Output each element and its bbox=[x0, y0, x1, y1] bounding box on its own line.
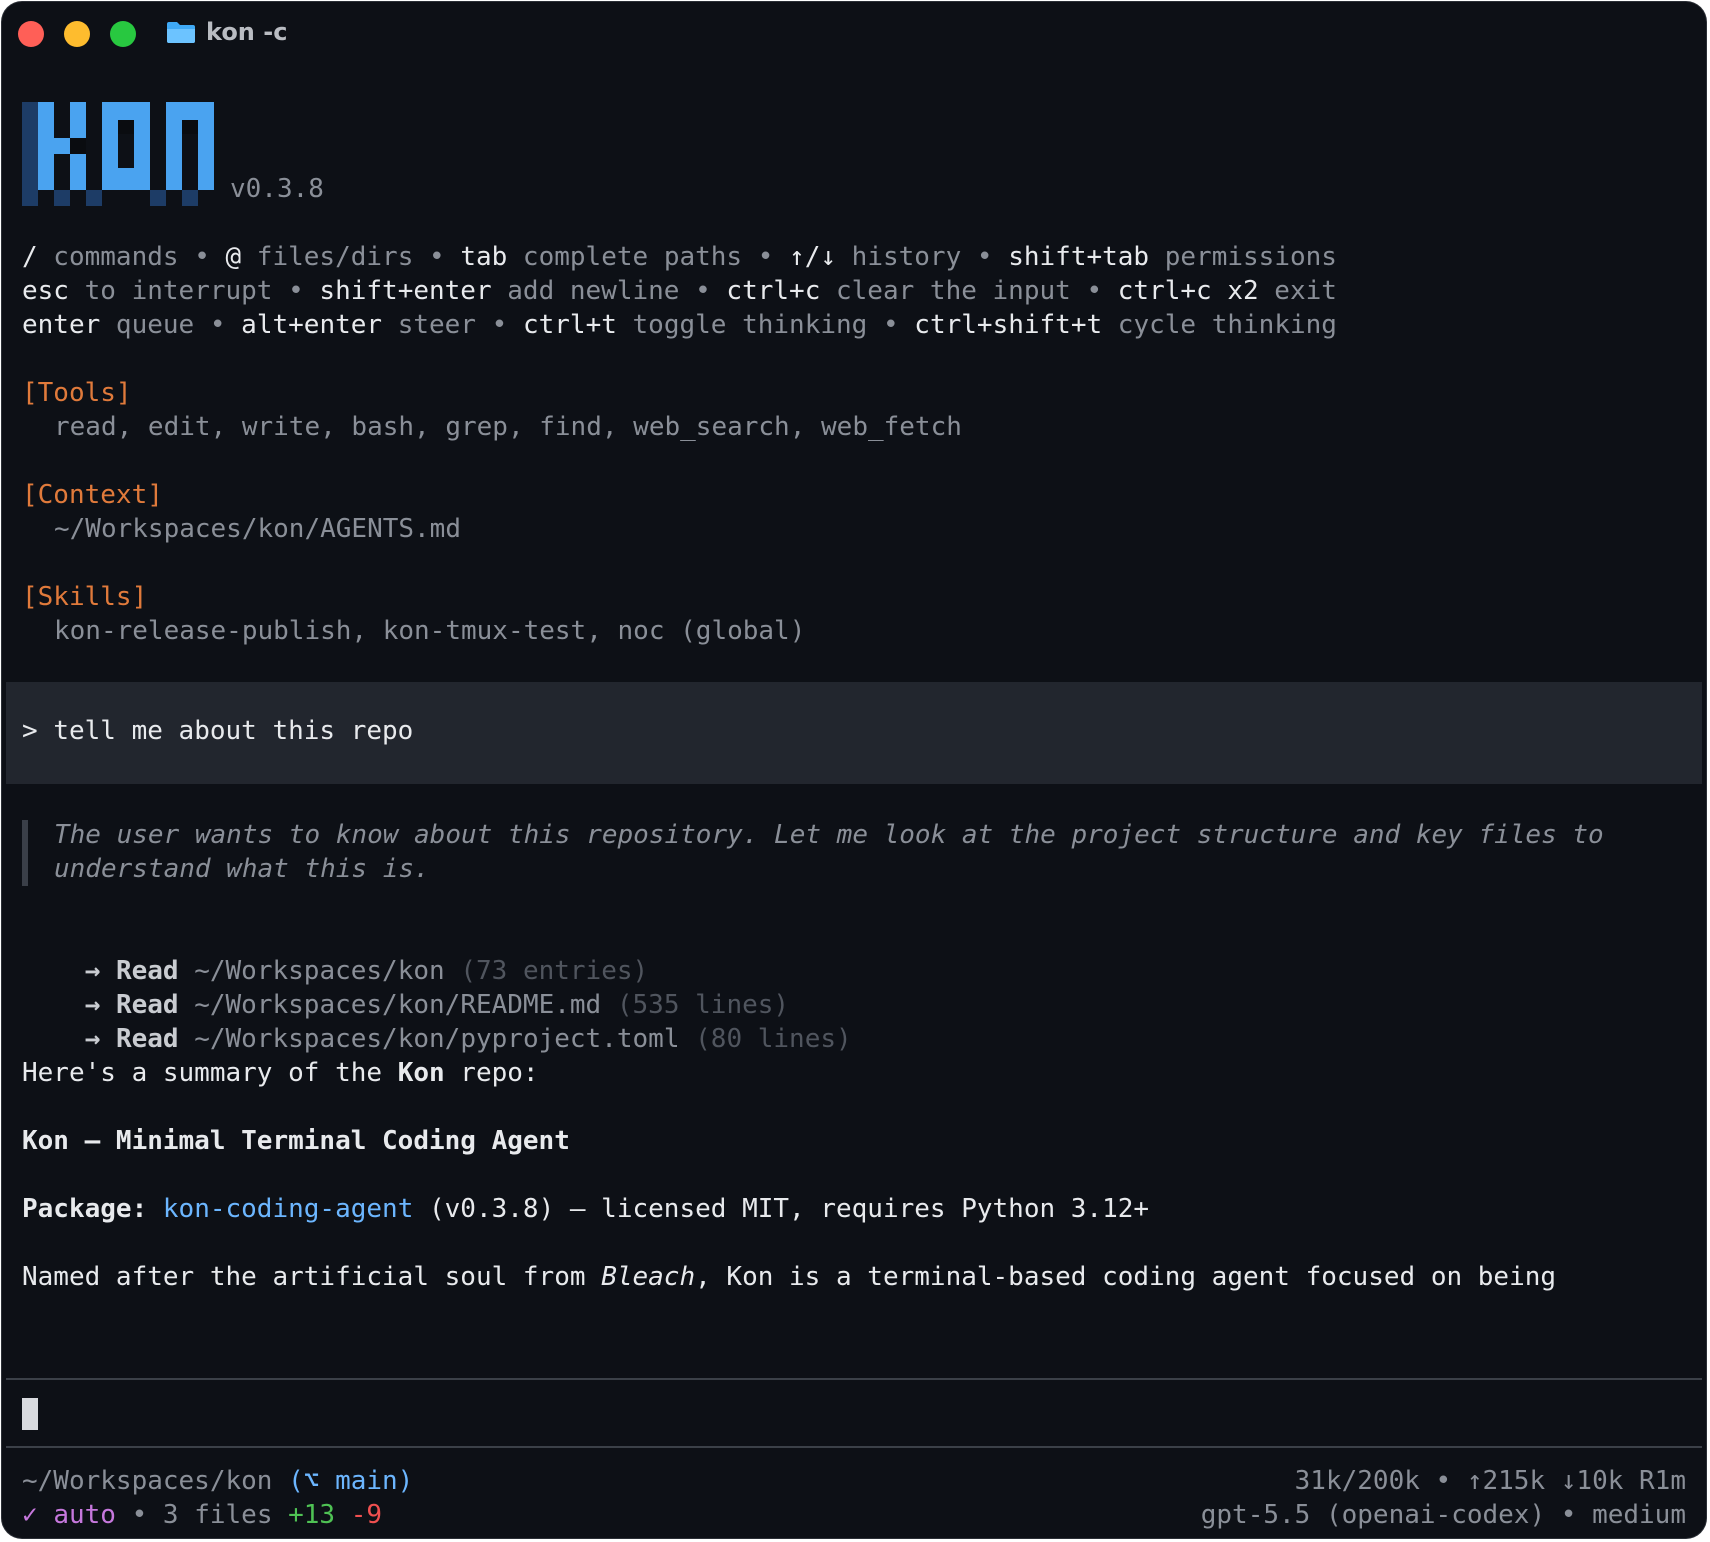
description-end: , Kon is a terminal-based coding agent f… bbox=[695, 1262, 1557, 1292]
summary-intro-bold: Kon bbox=[397, 1058, 445, 1088]
arrow-right-icon: → bbox=[84, 1024, 101, 1054]
thinking-bar bbox=[22, 820, 28, 886]
tool-path: ~/Workspaces/kon/pyproject.toml bbox=[194, 1024, 680, 1054]
shortcut-key: ctrl+shift+t bbox=[914, 310, 1103, 340]
package-label: Package: bbox=[22, 1194, 148, 1224]
shortcut-key: @ bbox=[225, 242, 242, 272]
prompt-marker: > bbox=[22, 716, 38, 746]
shortcut-key: enter bbox=[22, 310, 101, 340]
input-bottom-divider bbox=[6, 1446, 1702, 1448]
shortcut-description: permissions bbox=[1149, 242, 1337, 272]
description-italic: Bleach bbox=[601, 1262, 696, 1292]
shortcut-description: complete paths • bbox=[507, 242, 790, 272]
shortcut-description: clear the input • bbox=[820, 276, 1118, 306]
package-details: (v0.3.8) — licensed MIT, requires Python… bbox=[413, 1194, 1150, 1224]
shortcut-description: exit bbox=[1258, 276, 1337, 306]
description-text: Named after the artificial soul from bbox=[22, 1262, 602, 1292]
permission-mode: auto bbox=[53, 1500, 116, 1530]
help-line-2: esc to interrupt • shift+enter add newli… bbox=[22, 274, 1337, 308]
description-line: Named after the artificial soul from Ble… bbox=[22, 1260, 1556, 1294]
shortcut-description: queue • bbox=[100, 310, 242, 340]
shortcut-key: ctrl+c x2 bbox=[1117, 276, 1259, 306]
zoom-window-button[interactable] bbox=[110, 21, 136, 47]
tool-meta: (80 lines) bbox=[695, 1024, 852, 1054]
changed-files: • 3 files bbox=[115, 1500, 289, 1530]
shortcut-description: to interrupt • bbox=[68, 276, 320, 306]
status-changes: ✓ auto • 3 files +13 -9 bbox=[22, 1498, 382, 1532]
skills-section-value: kon-release-publish, kon-tmux-test, noc … bbox=[54, 616, 806, 646]
shortcut-key: tab bbox=[460, 242, 508, 272]
user-message-text: tell me about this repo bbox=[53, 716, 414, 746]
title-bar: kon -c bbox=[2, 2, 1706, 66]
window-title: kon -c bbox=[206, 18, 288, 46]
tools-section-title: [Tools] bbox=[22, 378, 132, 408]
tool-name: Read bbox=[115, 1024, 179, 1054]
shortcut-key: ↑/↓ bbox=[789, 242, 837, 272]
shortcut-description: cycle thinking bbox=[1102, 310, 1337, 340]
user-message: > tell me about this repo bbox=[22, 716, 413, 746]
summary-intro-end: repo: bbox=[444, 1058, 539, 1088]
help-line-3: enter queue • alt+enter steer • ctrl+t t… bbox=[22, 308, 1337, 342]
lines-removed: -9 bbox=[350, 1500, 383, 1530]
input-top-divider bbox=[6, 1378, 1702, 1380]
check-icon: ✓ bbox=[22, 1500, 38, 1530]
shortcut-description: commands • bbox=[37, 242, 226, 272]
shortcut-description: toggle thinking • bbox=[616, 310, 915, 340]
summary-intro-text: Here's a summary of the bbox=[22, 1058, 398, 1088]
version-label: v0.3.8 bbox=[230, 174, 324, 204]
status-cwd: ~/Workspaces/kon (⌥ main) bbox=[22, 1464, 413, 1498]
shortcut-description: add newline • bbox=[491, 276, 727, 306]
git-branch: (⌥ main) bbox=[288, 1466, 414, 1496]
close-window-button[interactable] bbox=[18, 21, 44, 47]
lines-added: +13 bbox=[288, 1500, 336, 1530]
shortcut-description: steer • bbox=[382, 310, 523, 340]
summary-intro: Here's a summary of the Kon repo: bbox=[22, 1056, 539, 1090]
shortcut-key: alt+enter bbox=[241, 310, 383, 340]
package-link[interactable]: kon-coding-agent bbox=[163, 1194, 413, 1224]
shortcut-key: ctrl+c bbox=[726, 276, 821, 306]
thinking-line-2: understand what this is. bbox=[54, 854, 430, 884]
shortcut-key: shift+tab bbox=[1008, 242, 1150, 272]
shortcut-description: history • bbox=[836, 242, 1009, 272]
skills-section-title: [Skills] bbox=[22, 582, 148, 612]
kon-logo bbox=[22, 102, 214, 206]
folder-icon bbox=[167, 22, 195, 43]
shortcut-key: / bbox=[22, 242, 38, 272]
minimize-window-button[interactable] bbox=[64, 21, 90, 47]
shortcut-key: ctrl+t bbox=[522, 310, 617, 340]
shortcut-key: esc bbox=[22, 276, 69, 306]
thinking-line-1: The user wants to know about this reposi… bbox=[54, 820, 1604, 850]
tools-section-value: read, edit, write, bash, grep, find, web… bbox=[54, 412, 962, 442]
token-usage: 31k/200k • ↑215k ↓10k R1m bbox=[1294, 1466, 1686, 1496]
cwd-path: ~/Workspaces/kon bbox=[22, 1466, 273, 1496]
package-line: Package: kon-coding-agent (v0.3.8) — lic… bbox=[22, 1192, 1149, 1226]
shortcut-description: files/dirs • bbox=[241, 242, 461, 272]
shortcut-key: shift+enter bbox=[319, 276, 492, 306]
context-section-title: [Context] bbox=[22, 480, 163, 510]
terminal-window: kon -c v0.3.8 / commands • @ files/dirs … bbox=[2, 2, 1706, 1538]
input-cursor[interactable] bbox=[22, 1398, 38, 1430]
model-info: gpt-5.5 (openai-codex) • medium bbox=[1200, 1500, 1686, 1530]
context-section-value: ~/Workspaces/kon/AGENTS.md bbox=[54, 514, 461, 544]
summary-heading: Kon — Minimal Terminal Coding Agent bbox=[22, 1126, 570, 1156]
help-line-1: / commands • @ files/dirs • tab complete… bbox=[22, 240, 1337, 274]
